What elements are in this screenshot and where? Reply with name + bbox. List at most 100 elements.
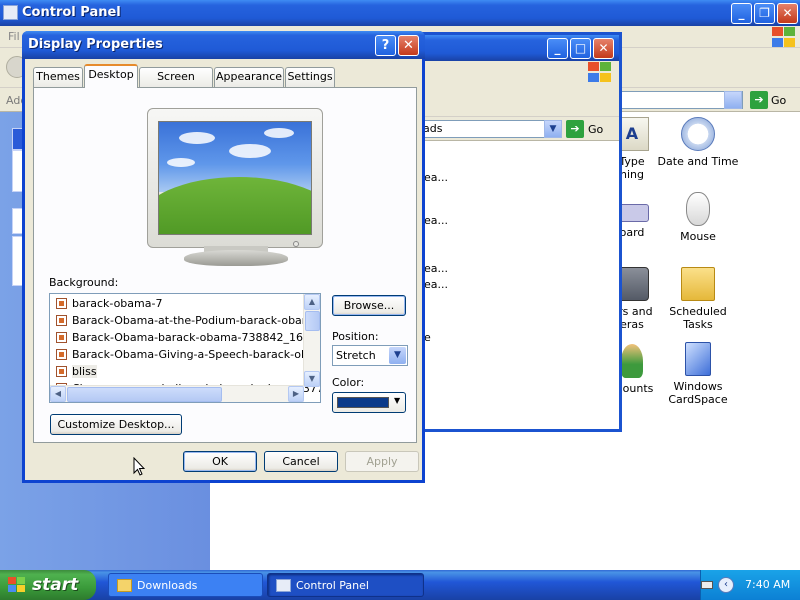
horizontal-scrollbar[interactable]: ◀ ▶	[50, 385, 304, 402]
minimize-button[interactable]: _	[731, 3, 752, 24]
go-arrow-icon[interactable]: ➔	[566, 120, 584, 138]
power-led-icon	[293, 241, 299, 247]
cp-item-cardspace[interactable]: Windows CardSpace	[653, 342, 743, 406]
hill	[159, 177, 311, 234]
color-label: Color:	[332, 376, 365, 389]
list-item[interactable]: ea...	[424, 171, 448, 184]
list-item[interactable]: ea...	[424, 262, 448, 275]
tab-settings[interactable]: Settings	[285, 67, 335, 87]
list-item-label: Barack-Obama-Giving-a-Speech-barack-obam…	[72, 348, 321, 361]
windows-logo-icon	[8, 577, 26, 593]
cp-item-label: Scheduled Tasks	[669, 305, 727, 331]
explorer-window: _ □ ✕ ads ▼ ➔ Go ea... ea... ea... ea...…	[420, 32, 622, 432]
help-button[interactable]: ?	[375, 35, 396, 56]
dialog-close-button[interactable]: ✕	[398, 35, 419, 56]
start-button[interactable]: start	[0, 570, 96, 600]
go-arrow-icon[interactable]: ➔	[750, 91, 768, 109]
go-button[interactable]: Go	[771, 94, 786, 107]
image-file-icon	[56, 298, 67, 309]
customize-desktop-button[interactable]: Customize Desktop...	[50, 414, 182, 435]
control-panel-titlebar[interactable]: Control Panel _ ❐ ✕	[0, 0, 800, 26]
tab-themes[interactable]: Themes	[33, 67, 83, 87]
list-item[interactable]: ea...	[424, 214, 448, 227]
scrollbar-thumb[interactable]	[67, 387, 222, 402]
list-item[interactable]: Barack-Obama-at-the-Podium-barack-obama-…	[56, 312, 321, 329]
monitor-preview	[147, 108, 323, 248]
scrollbar-thumb[interactable]	[305, 311, 320, 331]
go-button[interactable]: Go	[588, 123, 603, 136]
color-picker-button[interactable]: ▼	[332, 392, 406, 413]
cancel-button[interactable]: Cancel	[264, 451, 338, 472]
close-button[interactable]: ✕	[593, 38, 614, 59]
explorer-address-bar: ads ▼ ➔ Go	[420, 117, 619, 141]
taskbar-button-control-panel[interactable]: Control Panel	[267, 573, 424, 597]
windows-logo-icon	[586, 61, 612, 83]
image-file-icon	[56, 366, 67, 377]
explorer-address-value: ads	[423, 122, 443, 135]
chevron-left-icon[interactable]: ‹	[718, 577, 734, 593]
list-item[interactable]: Barack-Obama-Giving-a-Speech-barack-obam…	[56, 346, 321, 363]
scroll-down-icon[interactable]: ▼	[304, 371, 320, 387]
cp-item-mouse[interactable]: Mouse	[653, 192, 743, 243]
image-file-icon	[56, 315, 67, 326]
address-dropdown-icon[interactable]: ▼	[544, 120, 562, 138]
mouse-icon	[686, 192, 710, 226]
taskbar: start Downloads Control Panel ‹ 7:40 AM	[0, 570, 800, 600]
list-item-label: Barack-Obama-at-the-Podium-barack-obama-…	[72, 314, 321, 327]
list-item[interactable]: barack-obama-7	[56, 295, 162, 312]
apply-button[interactable]: Apply	[345, 451, 419, 472]
cp-item-label: Date and Time	[657, 155, 739, 168]
explorer-address-input[interactable]: ads	[420, 120, 562, 138]
list-item[interactable]: e	[424, 331, 431, 344]
list-item-selected[interactable]: bliss	[56, 363, 97, 380]
tab-appearance[interactable]: Appearance	[214, 67, 284, 87]
taskbar-button-label: Control Panel	[296, 579, 369, 592]
cloud	[167, 158, 195, 167]
vertical-scrollbar[interactable]: ▲ ▼	[303, 294, 320, 387]
cp-item-scheduled-tasks[interactable]: Scheduled Tasks	[653, 267, 743, 331]
list-item-label: Barack-Obama-barack-obama-738842_1600_12	[72, 331, 321, 344]
mouse-cursor-icon	[133, 457, 145, 476]
control-panel-title: Control Panel	[22, 5, 121, 20]
cloud	[229, 144, 271, 158]
list-item[interactable]: ea...	[424, 278, 448, 291]
chevron-down-icon[interactable]: ▼	[389, 347, 406, 364]
scroll-up-icon[interactable]: ▲	[304, 294, 320, 310]
desktop-tab-panel: Background: barack-obama-7 Barack-Obama-…	[33, 87, 417, 443]
chevron-down-icon: ▼	[394, 396, 401, 405]
cloud	[264, 128, 294, 138]
keyboard-icon[interactable]	[701, 581, 713, 589]
explorer-menu-bar	[420, 61, 619, 83]
maximize-button[interactable]: □	[570, 38, 591, 59]
dialog-titlebar[interactable]: Display Properties ? ✕	[22, 31, 425, 59]
image-file-icon	[56, 349, 67, 360]
cloud	[179, 132, 215, 144]
clock[interactable]: 7:40 AM	[745, 578, 790, 591]
address-dropdown-icon[interactable]	[724, 91, 742, 109]
minimize-button[interactable]: _	[547, 38, 568, 59]
monitor-stand	[184, 250, 288, 266]
taskbar-button-downloads[interactable]: Downloads	[108, 573, 263, 597]
ok-button[interactable]: OK	[183, 451, 257, 472]
tab-screen-saver[interactable]: Screen Saver	[139, 67, 213, 101]
folder-icon	[117, 579, 132, 592]
dialog-title: Display Properties	[28, 37, 163, 52]
scroll-right-icon[interactable]: ▶	[288, 386, 304, 402]
browse-button[interactable]: Browse...	[332, 295, 406, 316]
cp-item-label: Mouse	[680, 230, 716, 243]
control-panel-icon	[3, 5, 18, 20]
cp-item-date-time[interactable]: Date and Time	[653, 117, 743, 168]
scroll-left-icon[interactable]: ◀	[50, 386, 66, 402]
background-listbox[interactable]: barack-obama-7 Barack-Obama-at-the-Podiu…	[49, 293, 321, 403]
maximize-button[interactable]: ❐	[754, 3, 775, 24]
position-select[interactable]: Stretch ▼	[332, 345, 408, 366]
list-item-label: barack-obama-7	[72, 297, 163, 310]
user-accounts-icon	[621, 344, 643, 378]
list-item[interactable]: Barack-Obama-barack-obama-738842_1600_12	[56, 329, 321, 346]
tab-desktop[interactable]: Desktop	[84, 64, 138, 88]
image-file-icon	[56, 332, 67, 343]
menu-file[interactable]: Fil	[8, 30, 20, 43]
explorer-toolbar	[420, 83, 619, 117]
close-button[interactable]: ✕	[777, 3, 798, 24]
explorer-titlebar[interactable]: _ □ ✕	[420, 35, 619, 61]
